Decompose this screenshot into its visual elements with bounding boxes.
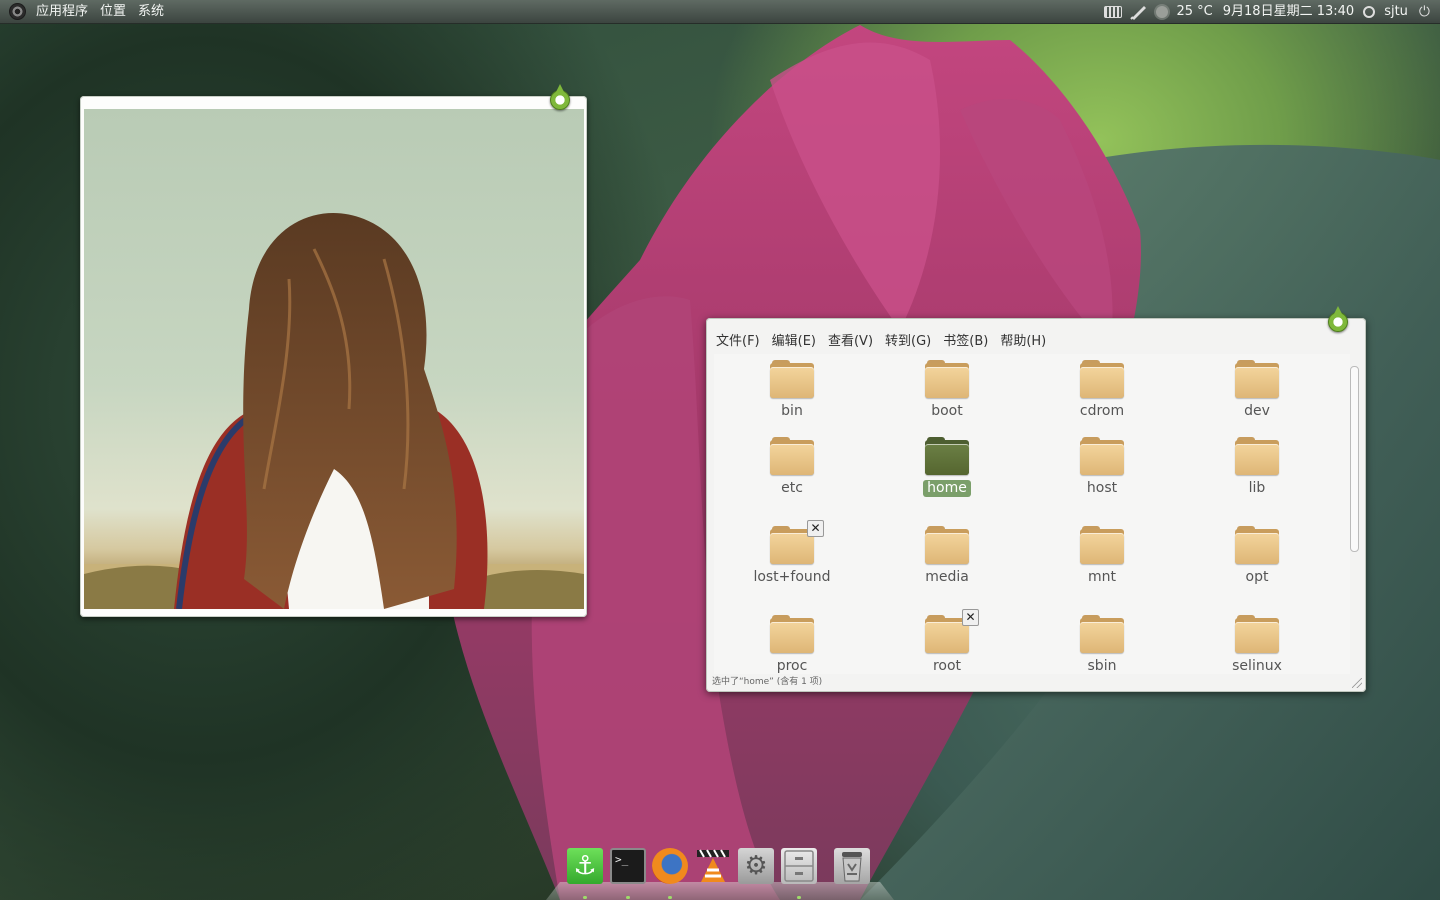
menu-help[interactable]: 帮助(H) <box>994 330 1052 349</box>
folder-dev[interactable]: dev <box>1197 360 1317 420</box>
running-indicator <box>668 896 672 899</box>
ubuntu-logo-icon[interactable] <box>9 3 26 20</box>
folder-label: proc <box>776 658 808 674</box>
folder-icon <box>1080 526 1124 564</box>
folder-bin[interactable]: bin <box>732 360 852 420</box>
terminal-icon[interactable]: >_ <box>610 848 646 884</box>
folder-label: root <box>932 658 962 674</box>
folder-label: host <box>1086 480 1118 496</box>
folder-mnt[interactable]: mnt <box>1042 526 1162 586</box>
folder-label: lost+found <box>753 569 831 585</box>
folder-icon <box>770 437 814 475</box>
folder-lost-found[interactable]: ✕ lost+found <box>732 520 852 586</box>
unreadable-x-icon: ✕ <box>962 609 979 626</box>
temperature-label[interactable]: 25 °C <box>1172 0 1218 23</box>
folder-label: mnt <box>1088 569 1116 585</box>
folder-label: boot <box>931 403 963 419</box>
folder-icon <box>1080 615 1124 653</box>
pin-icon[interactable] <box>1328 306 1348 332</box>
file-cabinet-icon[interactable] <box>781 848 817 884</box>
folder-icon <box>770 615 814 653</box>
folder-media[interactable]: media <box>887 526 1007 586</box>
folder-home[interactable]: home <box>887 437 1007 497</box>
menu-file[interactable]: 文件(F) <box>710 330 766 349</box>
clock-label[interactable]: 9月18日星期二 13:40 <box>1218 0 1359 23</box>
folder-sbin[interactable]: sbin <box>1042 615 1162 674</box>
menu-system[interactable]: 系统 <box>132 0 170 23</box>
folder-root[interactable]: ✕ root <box>887 609 1007 674</box>
menu-applications[interactable]: 应用程序 <box>30 0 94 23</box>
folder-icon <box>1235 615 1279 653</box>
folder-proc[interactable]: proc <box>732 615 852 674</box>
unreadable-x-icon: ✕ <box>807 520 824 537</box>
vertical-scrollbar[interactable] <box>1350 366 1359 552</box>
menu-view[interactable]: 查看(V) <box>822 330 879 349</box>
anchor-icon[interactable]: ⚓ <box>567 848 603 884</box>
firefox-icon[interactable] <box>652 848 688 884</box>
folder-icon <box>1235 526 1279 564</box>
pin-icon[interactable] <box>550 84 570 110</box>
folder-host[interactable]: host <box>1042 437 1162 497</box>
user-icon[interactable] <box>1363 5 1376 18</box>
folder-boot[interactable]: boot <box>887 360 1007 420</box>
menu-bookmarks[interactable]: 书签(B) <box>937 330 994 349</box>
folder-icon <box>1080 437 1124 475</box>
folder-icon <box>1235 437 1279 475</box>
menu-places[interactable]: 位置 <box>94 0 132 23</box>
weather-icon[interactable] <box>1155 5 1168 18</box>
power-icon[interactable]: ⏻ <box>1413 4 1440 20</box>
folder-cdrom[interactable]: cdrom <box>1042 360 1162 420</box>
photo-image <box>84 109 584 609</box>
menu-go[interactable]: 转到(G) <box>879 330 937 349</box>
folder-label: etc <box>781 480 803 496</box>
folder-label: sbin <box>1087 658 1117 674</box>
folder-etc[interactable]: etc <box>732 437 852 497</box>
folder-label: media <box>925 569 969 585</box>
folder-icon <box>1235 360 1279 398</box>
file-manager-menubar: 文件(F) 编辑(E) 查看(V) 转到(G) 书签(B) 帮助(H) <box>710 330 1052 349</box>
folder-icon <box>925 526 969 564</box>
dock-shelf <box>546 882 894 900</box>
settings-icon[interactable]: ⚙ <box>738 848 774 884</box>
folder-icon <box>925 360 969 398</box>
folder-label: opt <box>1245 569 1269 585</box>
running-indicator <box>626 896 630 899</box>
folder-opt[interactable]: opt <box>1197 526 1317 586</box>
terminal-prompt: >_ <box>615 853 629 866</box>
folder-label: home <box>923 480 971 497</box>
running-indicator <box>583 896 587 899</box>
folder-icon <box>770 360 814 398</box>
file-manager-window[interactable]: 文件(F) 编辑(E) 查看(V) 转到(G) 书签(B) 帮助(H) bin … <box>706 306 1366 692</box>
folder-label: bin <box>781 403 803 419</box>
trash-icon[interactable] <box>834 848 870 884</box>
status-bar: 选中了“home” (含有 1 项) <box>712 677 823 687</box>
folder-label: selinux <box>1232 658 1282 674</box>
photo-frame-widget[interactable] <box>80 84 587 617</box>
file-icon-view[interactable]: bin boot cdrom dev etc home host lib ✕ l… <box>714 354 1350 674</box>
folder-lib[interactable]: lib <box>1197 437 1317 497</box>
resize-grip-icon[interactable] <box>1352 678 1362 688</box>
running-indicator <box>797 896 801 899</box>
vlc-icon[interactable] <box>695 848 731 884</box>
network-icon[interactable] <box>1129 4 1148 20</box>
folder-icon <box>925 437 969 475</box>
menu-edit[interactable]: 编辑(E) <box>766 330 822 349</box>
folder-selinux[interactable]: selinux <box>1197 615 1317 674</box>
folder-label: lib <box>1248 480 1266 496</box>
folder-label: cdrom <box>1079 403 1125 419</box>
folder-icon <box>1080 360 1124 398</box>
keyboard-icon[interactable] <box>1103 5 1122 18</box>
username-label[interactable]: sjtu <box>1379 0 1413 23</box>
folder-label: dev <box>1244 403 1270 419</box>
top-panel: 应用程序 位置 系统 25 °C 9月18日星期二 13:40 sjtu ⏻ <box>0 0 1440 24</box>
